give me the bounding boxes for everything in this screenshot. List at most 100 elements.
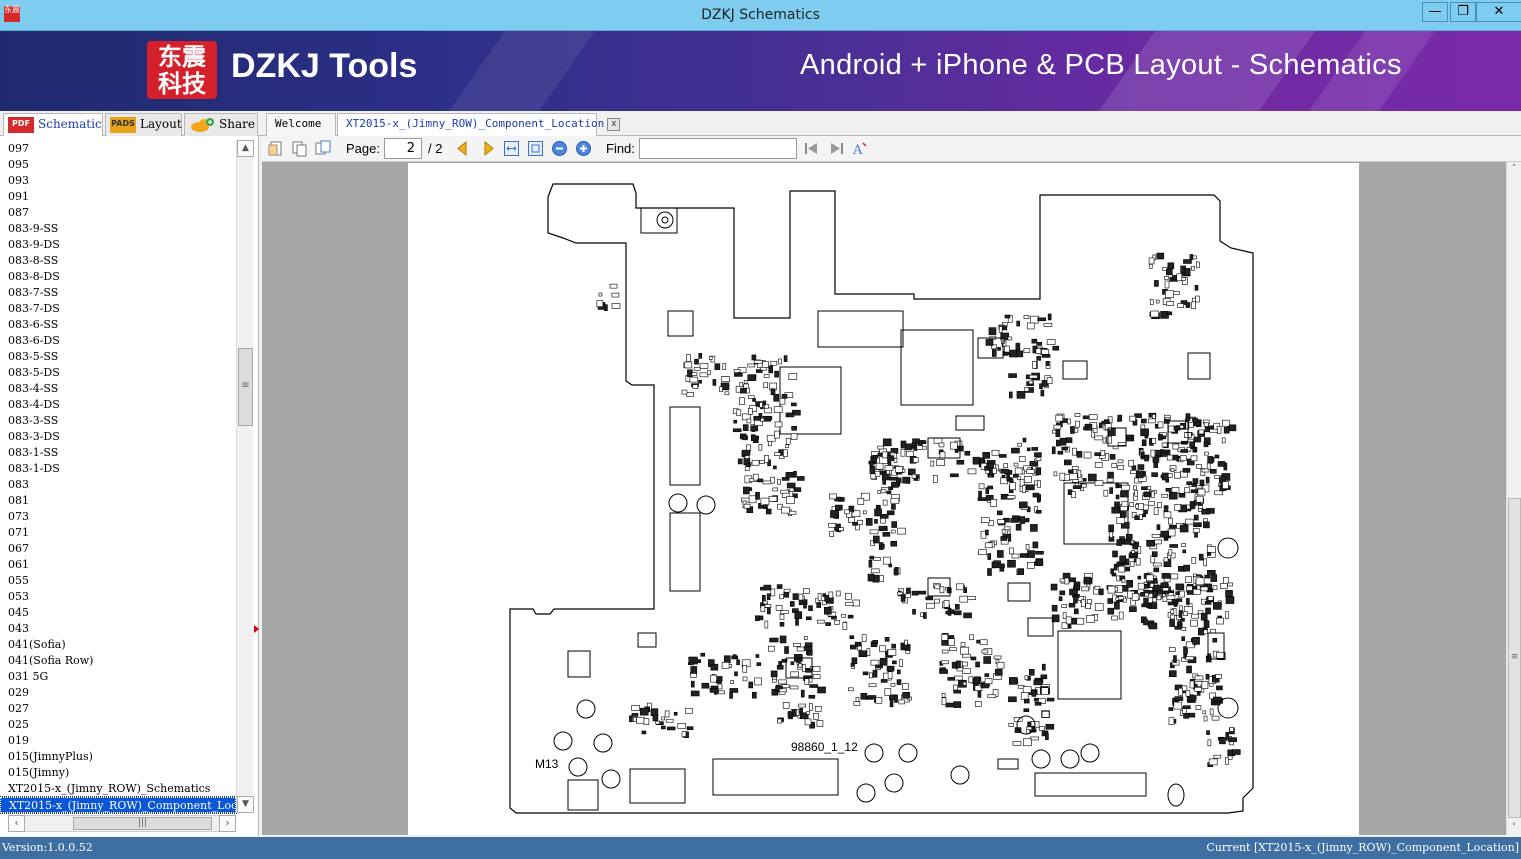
- component-pad: [783, 449, 788, 458]
- fit-page-icon[interactable]: [527, 140, 544, 157]
- tab-share[interactable]: Share: [184, 113, 258, 136]
- component-pad: [772, 487, 779, 492]
- open-file-icon[interactable]: [268, 140, 285, 157]
- file-list-item[interactable]: 053: [0, 589, 236, 605]
- file-list-item[interactable]: 043: [0, 621, 236, 637]
- previous-page-icon[interactable]: [454, 140, 471, 157]
- component-pad: [828, 522, 836, 528]
- file-list-item[interactable]: 083-6-SS: [0, 317, 236, 333]
- component-pad: [897, 527, 906, 535]
- test-point: [593, 733, 613, 753]
- file-list-item[interactable]: 083-7-SS: [0, 285, 236, 301]
- component-pad: [884, 688, 892, 696]
- component-pad: [869, 529, 879, 535]
- file-list-item[interactable]: 083-7-DS: [0, 301, 236, 317]
- find-input[interactable]: [639, 138, 797, 159]
- file-list-vertical-scrollbar[interactable]: ▲ ≡ ▼: [236, 140, 254, 813]
- component-pad: [1088, 414, 1098, 420]
- tab-schematic[interactable]: PDF Schematic: [3, 113, 103, 137]
- component-pad: [913, 445, 918, 451]
- scroll-down-icon[interactable]: ▼: [237, 796, 254, 813]
- component-pad: [1144, 455, 1149, 462]
- component-pad: [751, 354, 757, 361]
- file-list-item[interactable]: 087: [0, 205, 236, 221]
- close-button[interactable]: ✕: [1476, 2, 1521, 22]
- component-pad: [1118, 484, 1122, 488]
- file-list-item[interactable]: 083-3-SS: [0, 413, 236, 429]
- file-list-item[interactable]: 093: [0, 173, 236, 189]
- file-list-item[interactable]: 083-5-DS: [0, 365, 236, 381]
- hscroll-thumb[interactable]: |||: [73, 817, 212, 830]
- zoom-out-icon[interactable]: [551, 140, 568, 157]
- file-list-item[interactable]: 083-9-SS: [0, 221, 236, 237]
- file-list-item[interactable]: 081: [0, 493, 236, 509]
- file-list-item[interactable]: XT2015-x_(Jimny_ROW)_Component_Location: [0, 796, 237, 814]
- file-list-item[interactable]: 055: [0, 573, 236, 589]
- file-list-item[interactable]: 027: [0, 701, 236, 717]
- document-viewer[interactable]: 98860_1_12 M13: [262, 162, 1506, 835]
- scroll-thumb[interactable]: ≡: [238, 348, 253, 426]
- zoom-in-icon[interactable]: [575, 140, 592, 157]
- file-list-item[interactable]: 083: [0, 477, 236, 493]
- file-list-item[interactable]: 045: [0, 605, 236, 621]
- splitter-arrow-icon[interactable]: [254, 625, 259, 633]
- tab-layout[interactable]: PADS Layout: [105, 113, 182, 136]
- file-list-horizontal-scrollbar[interactable]: ‹ ||| ›: [8, 815, 236, 832]
- file-list-item[interactable]: 083-3-DS: [0, 429, 236, 445]
- file-list-item[interactable]: 083-8-SS: [0, 253, 236, 269]
- scroll-up-icon[interactable]: ▲: [237, 140, 254, 157]
- file-list-item[interactable]: 083-1-SS: [0, 445, 236, 461]
- file-list-item[interactable]: 025: [0, 717, 236, 733]
- file-list[interactable]: 097 095 093 091 087 083-9-SS 083-9-DS 083-8-SS 0…: [0, 141, 237, 814]
- file-list-item[interactable]: 091: [0, 189, 236, 205]
- pages-icon[interactable]: [314, 140, 331, 157]
- copy-icon[interactable]: [291, 140, 308, 157]
- component-pad: [693, 366, 701, 371]
- file-list-item[interactable]: 041(Sofia Row): [0, 653, 236, 669]
- component-pad: [877, 490, 882, 494]
- component-pad: [784, 646, 789, 654]
- component-pad: [1020, 692, 1029, 700]
- file-list-item[interactable]: 097: [0, 141, 236, 157]
- scroll-left-icon[interactable]: ‹: [8, 815, 25, 832]
- file-list-item[interactable]: 061: [0, 557, 236, 573]
- file-list-item[interactable]: 083-8-DS: [0, 269, 236, 285]
- file-list-item[interactable]: 015(Jimny): [0, 765, 236, 781]
- scroll-up-icon[interactable]: ˄: [1507, 162, 1521, 176]
- highlight-text-icon[interactable]: A: [852, 140, 869, 157]
- file-list-item[interactable]: XT2015-x_(Jimny_ROW)_Schematics: [0, 781, 236, 797]
- fit-width-icon[interactable]: [503, 140, 520, 157]
- find-next-icon[interactable]: [828, 140, 845, 157]
- component-pad: [736, 659, 740, 666]
- file-list-item[interactable]: 083-5-SS: [0, 349, 236, 365]
- close-tab-icon[interactable]: x: [607, 117, 621, 131]
- scroll-down-icon[interactable]: ˅: [1507, 821, 1521, 835]
- component-pad: [1184, 487, 1190, 494]
- file-list-item[interactable]: 083-4-DS: [0, 397, 236, 413]
- tab-welcome[interactable]: Welcome: [266, 113, 336, 136]
- file-list-item[interactable]: 095: [0, 157, 236, 173]
- file-list-item[interactable]: 029: [0, 685, 236, 701]
- file-list-item[interactable]: 083-4-SS: [0, 381, 236, 397]
- file-list-item[interactable]: 015(JimnyPlus): [0, 749, 236, 765]
- file-list-item[interactable]: 083-9-DS: [0, 237, 236, 253]
- scroll-right-icon[interactable]: ›: [219, 815, 236, 832]
- file-list-item[interactable]: 031 5G: [0, 669, 236, 685]
- tab-component-location[interactable]: XT2015-x_(Jimny_ROW)_Component_Location x: [337, 113, 621, 137]
- component-pad: [1107, 585, 1116, 594]
- minimize-button[interactable]: —: [1422, 2, 1448, 22]
- page-number-input[interactable]: 2: [384, 138, 422, 159]
- file-list-item[interactable]: 083-6-DS: [0, 333, 236, 349]
- next-page-icon[interactable]: [480, 140, 497, 157]
- file-list-item[interactable]: 041(Sofia): [0, 637, 236, 653]
- file-list-item[interactable]: 067: [0, 541, 236, 557]
- file-list-item[interactable]: 019: [0, 733, 236, 749]
- component-pad: [797, 476, 805, 481]
- file-list-item[interactable]: 071: [0, 525, 236, 541]
- find-previous-icon[interactable]: [803, 140, 820, 157]
- file-list-item[interactable]: 083-1-DS: [0, 461, 236, 477]
- viewer-vertical-scrollbar[interactable]: ˄ ≡ ˅: [1506, 162, 1521, 835]
- maximize-button[interactable]: ❐: [1450, 2, 1476, 22]
- scroll-thumb[interactable]: ≡: [1508, 498, 1521, 818]
- file-list-item[interactable]: 073: [0, 509, 236, 525]
